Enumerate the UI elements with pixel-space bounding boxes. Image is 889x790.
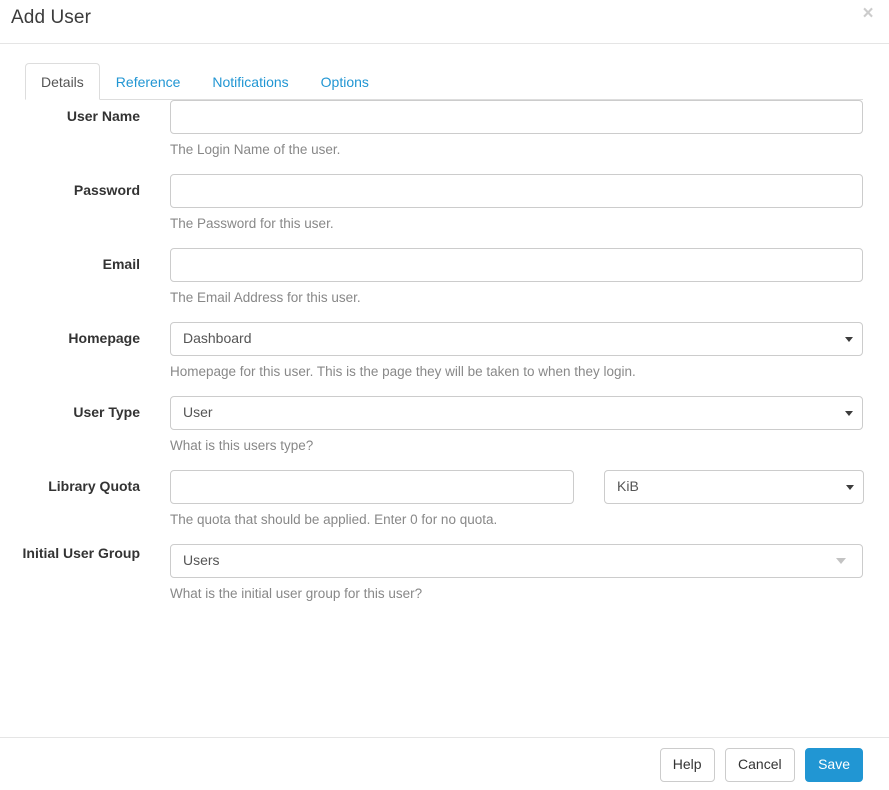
- modal-footer: Help Cancel Save: [0, 737, 889, 790]
- tab-details[interactable]: Details: [25, 63, 100, 100]
- user-type-label: User Type: [73, 404, 140, 420]
- library-quota-label: Library Quota: [48, 478, 140, 494]
- form-row-email: Email The Email Address for this user.: [0, 248, 889, 307]
- page-title: Add User: [11, 7, 92, 28]
- homepage-label: Homepage: [68, 330, 140, 346]
- email-help: The Email Address for this user.: [170, 290, 361, 305]
- form-row-user-type: User Type User What is this users type?: [0, 396, 889, 455]
- library-quota-unit-wrap: KiB: [604, 470, 864, 504]
- email-label: Email: [102, 256, 140, 272]
- tab-list: Details Reference Notifications Options: [25, 63, 863, 100]
- user-type-select-wrap: User: [170, 396, 863, 430]
- password-help: The Password for this user.: [170, 216, 334, 231]
- homepage-select[interactable]: Dashboard: [170, 322, 863, 356]
- help-button[interactable]: Help: [659, 748, 715, 782]
- initial-user-group-select[interactable]: Users: [170, 544, 863, 578]
- form-row-homepage: Homepage Dashboard Homepage for this use…: [0, 322, 889, 381]
- user-name-help: The Login Name of the user.: [170, 142, 341, 157]
- email-field[interactable]: [170, 248, 863, 282]
- form-row-user-name: User Name The Login Name of the user.: [0, 100, 889, 159]
- tab-strip: Details Reference Notifications Options: [25, 63, 863, 100]
- tab-notifications[interactable]: Notifications: [196, 63, 304, 100]
- tab-options[interactable]: Options: [305, 63, 385, 100]
- initial-user-group-select-wrap: Users: [170, 544, 863, 578]
- close-icon[interactable]: ×: [858, 4, 878, 24]
- save-button[interactable]: Save: [805, 748, 863, 782]
- initial-user-group-label: Initial User Group: [22, 545, 140, 561]
- initial-user-group-help: What is the initial user group for this …: [170, 586, 423, 601]
- user-name-label: User Name: [66, 108, 140, 124]
- homepage-select-wrap: Dashboard: [170, 322, 863, 356]
- details-form: User Name The Login Name of the user. Pa…: [0, 100, 889, 618]
- form-row-password: Password The Password for this user.: [0, 174, 889, 233]
- library-quota-input-wrap: [170, 470, 574, 504]
- tab-reference[interactable]: Reference: [100, 63, 197, 100]
- library-quota-input[interactable]: [170, 470, 574, 504]
- form-row-library-quota: Library Quota KiB The quota that should …: [0, 470, 889, 529]
- library-quota-help: The quota that should be applied. Enter …: [170, 512, 498, 527]
- password-input[interactable]: [170, 174, 863, 208]
- cancel-button[interactable]: Cancel: [725, 748, 795, 782]
- password-label: Password: [73, 182, 140, 198]
- user-type-select[interactable]: User: [170, 396, 863, 430]
- user-type-help: What is this users type?: [170, 438, 314, 453]
- form-row-initial-user-group: Initial User Group Users What is the ini…: [0, 544, 889, 603]
- user-name-input[interactable]: [170, 100, 863, 134]
- modal-header: Add User ×: [0, 0, 889, 44]
- add-user-modal: Add User × Details Reference Notificatio…: [0, 0, 889, 790]
- library-quota-unit-select[interactable]: KiB: [604, 470, 864, 504]
- homepage-help: Homepage for this user. This is the page…: [170, 364, 636, 379]
